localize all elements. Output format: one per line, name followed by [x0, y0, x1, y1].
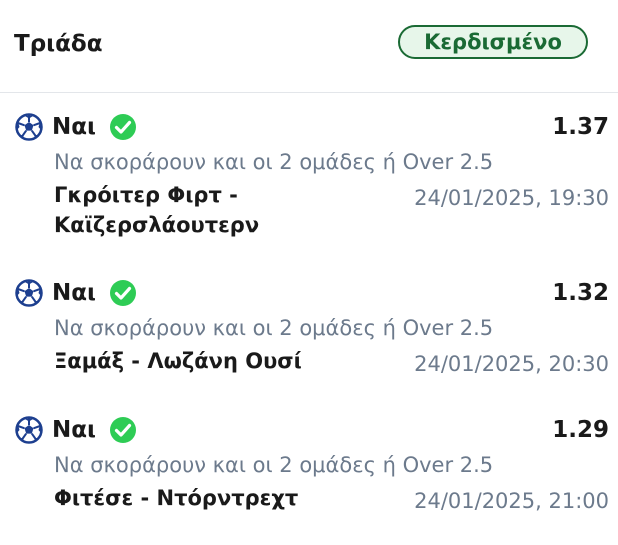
market-name: Να σκοράρουν και οι 2 ομάδες ή Over 2.5 [54, 316, 494, 340]
soccer-ball-icon [15, 416, 43, 444]
status-badge: Κερδισμένο [398, 25, 588, 59]
check-circle-icon [110, 280, 136, 306]
check-circle-icon [110, 114, 136, 140]
match-name: Ξαμάξ - Λωζάνη Ουσί [54, 346, 354, 376]
match-name: Γκρόιτερ Φιρτ - Καϊζερσλάουτερν [54, 180, 354, 240]
match-datetime: 24/01/2025, 21:00 [414, 489, 609, 513]
match-name-line: Γκρόιτερ Φιρτ - [54, 183, 238, 207]
odds-value: 1.37 [552, 114, 609, 140]
selection-label: Ναι [52, 280, 97, 306]
bet-selection-row: Ναι 1.37 Να σκοράρουν και οι 2 ομάδες ή … [0, 112, 618, 242]
odds-value: 1.32 [552, 280, 609, 306]
market-name: Να σκοράρουν και οι 2 ομάδες ή Over 2.5 [54, 150, 494, 174]
match-datetime: 24/01/2025, 20:30 [414, 352, 609, 376]
market-name: Να σκοράρουν και οι 2 ομάδες ή Over 2.5 [54, 453, 494, 477]
bet-header: Τριάδα Κερδισμένο [0, 0, 618, 93]
match-name-line: Ξαμάξ - Λωζάνη Ουσί [54, 349, 302, 373]
match-datetime: 24/01/2025, 19:30 [414, 186, 609, 210]
match-name-line: Φιτέσε - Ντόρντρεχτ [54, 486, 299, 510]
odds-value: 1.29 [552, 417, 609, 443]
soccer-ball-icon [15, 279, 43, 307]
selection-label: Ναι [52, 114, 97, 140]
match-name: Φιτέσε - Ντόρντρεχτ [54, 483, 354, 513]
bet-type-title: Τριάδα [14, 31, 103, 57]
selection-label: Ναι [52, 417, 97, 443]
match-name-line: Καϊζερσλάουτερν [54, 213, 260, 237]
bet-selection-row: Ναι 1.29 Να σκοράρουν και οι 2 ομάδες ή … [0, 415, 618, 545]
check-circle-icon [110, 417, 136, 443]
soccer-ball-icon [15, 113, 43, 141]
bet-selection-row: Ναι 1.32 Να σκοράρουν και οι 2 ομάδες ή … [0, 278, 618, 408]
